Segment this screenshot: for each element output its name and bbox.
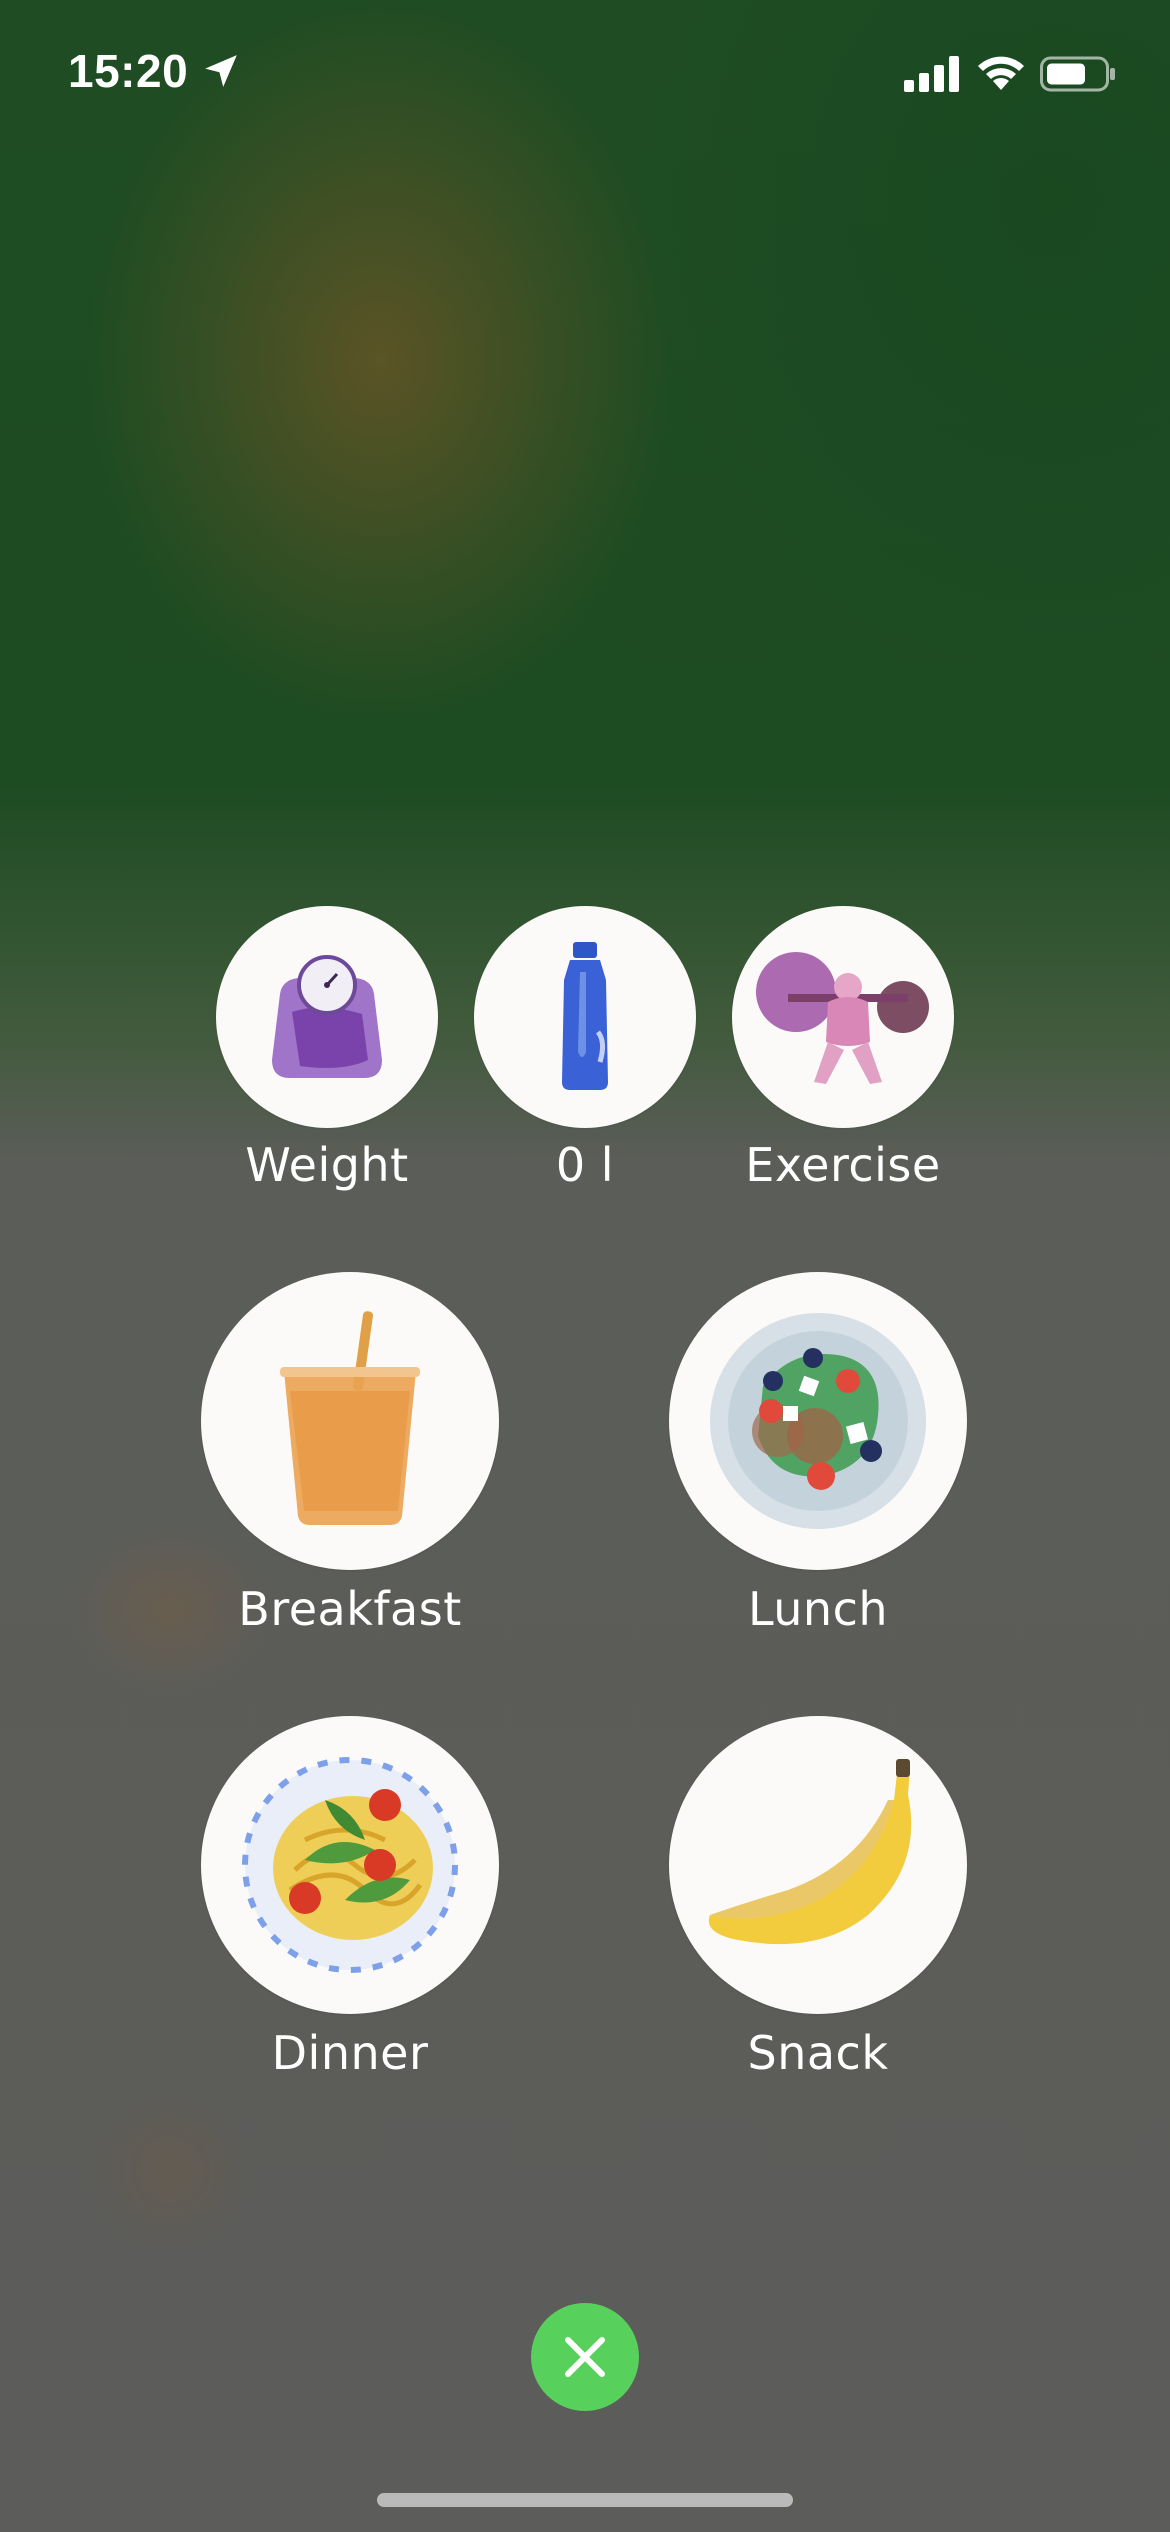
wifi-icon — [978, 56, 1024, 90]
salad-bowl-icon — [710, 1313, 926, 1529]
exercise-button[interactable] — [732, 906, 954, 1128]
snack-label: Snack — [747, 2026, 889, 2080]
close-icon — [565, 2337, 605, 2377]
lunch-button[interactable] — [669, 1272, 967, 1570]
status-time: 15:20 — [68, 45, 189, 97]
status-bar: 15:20 — [0, 0, 1170, 150]
cellular-signal-icon — [904, 56, 959, 92]
battery-icon — [1040, 56, 1115, 92]
weightlifter-icon — [756, 952, 929, 1084]
dinner-button[interactable] — [201, 1716, 499, 2014]
juice-cup-icon — [280, 1311, 420, 1525]
water-label: 0 l — [555, 1138, 615, 1192]
water-bottle-icon — [562, 942, 608, 1090]
pasta-plate-icon — [242, 1757, 458, 1973]
home-indicator[interactable] — [377, 2493, 793, 2507]
breakfast-label: Breakfast — [238, 1582, 462, 1636]
breakfast-button[interactable] — [201, 1272, 499, 1570]
weight-label: Weight — [245, 1138, 409, 1192]
weight-button[interactable] — [216, 906, 438, 1128]
water-button[interactable] — [474, 906, 696, 1128]
exercise-label: Exercise — [745, 1138, 941, 1192]
dinner-label: Dinner — [271, 2026, 429, 2080]
close-button[interactable] — [531, 2303, 639, 2411]
snack-button[interactable] — [669, 1716, 967, 2014]
banana-icon — [708, 1759, 912, 1945]
lunch-label: Lunch — [747, 1582, 889, 1636]
bathroom-scale-icon — [272, 955, 382, 1078]
location-arrow-icon — [205, 55, 237, 87]
blurred-background — [0, 0, 1170, 2532]
